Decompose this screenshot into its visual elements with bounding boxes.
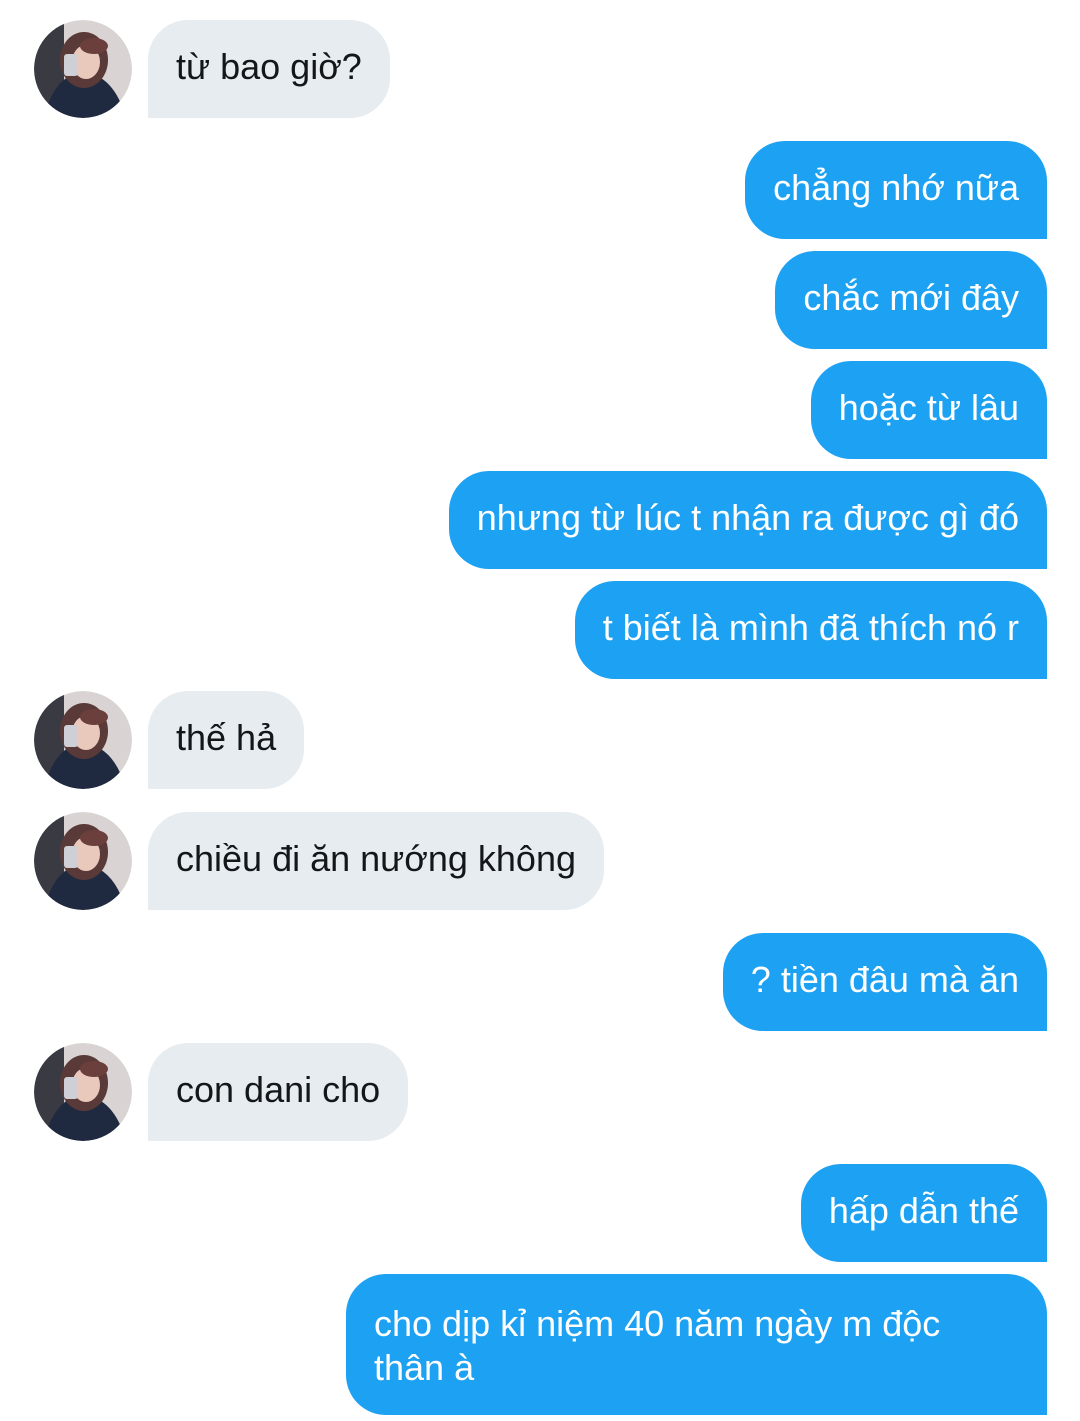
message-text: chắc mới đây [803, 277, 1019, 318]
message-bubble-outgoing[interactable]: t biết là mình đã thích nó r [574, 581, 1047, 679]
message-text: con dani cho [176, 1069, 381, 1110]
message-text: thế hả [176, 717, 277, 758]
contact-avatar[interactable] [34, 812, 132, 910]
contact-avatar[interactable] [34, 691, 132, 789]
message-bubble-outgoing[interactable]: cho dịp kỉ niệm 40 năm ngày m độc thân à [346, 1274, 1047, 1415]
message-bubble-outgoing[interactable]: hấp dẫn thế [800, 1164, 1047, 1262]
message-bubble-outgoing[interactable]: hoặc từ lâu [810, 361, 1047, 459]
message-text: từ bao giờ? [176, 46, 362, 87]
message-bubble-outgoing[interactable]: ? tiền đâu mà ăn [722, 933, 1047, 1031]
message-text: ? tiền đâu mà ăn [750, 959, 1019, 1000]
message-text: chiều đi ăn nướng không [176, 838, 576, 879]
dm-conversation: { "conversation": { "messages": [ {"send… [0, 0, 1080, 1421]
message-text: hấp dẫn thế [828, 1190, 1019, 1231]
message-text: chẳng nhớ nữa [773, 167, 1019, 208]
message-bubble-incoming[interactable]: thế hả [148, 691, 305, 789]
message-bubble-incoming[interactable]: từ bao giờ? [148, 20, 390, 118]
message-text: cho dịp kỉ niệm 40 năm ngày m độc thân à [374, 1303, 941, 1388]
message-text: nhưng từ lúc t nhận ra được gì đó [476, 497, 1019, 538]
message-bubble-outgoing[interactable]: nhưng từ lúc t nhận ra được gì đó [448, 471, 1047, 569]
message-text: hoặc từ lâu [838, 387, 1019, 428]
message-bubble-outgoing[interactable]: chắc mới đây [775, 251, 1047, 349]
message-bubble-incoming[interactable]: con dani cho [148, 1043, 409, 1141]
contact-avatar[interactable] [34, 1043, 132, 1141]
message-bubble-incoming[interactable]: chiều đi ăn nướng không [148, 812, 604, 910]
message-bubble-outgoing[interactable]: chẳng nhớ nữa [745, 141, 1047, 239]
contact-avatar[interactable] [34, 20, 132, 118]
message-text: t biết là mình đã thích nó r [602, 607, 1019, 648]
